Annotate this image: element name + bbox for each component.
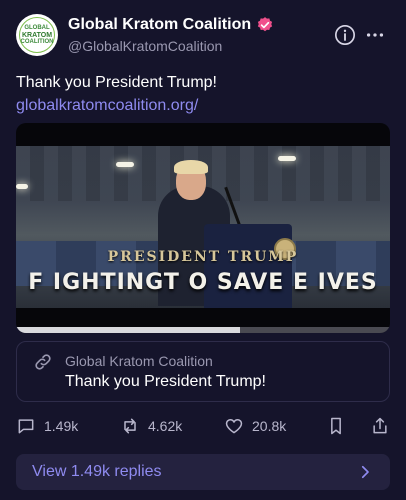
heart-icon (225, 418, 243, 434)
avatar-text-bottom: COALITION (20, 38, 54, 45)
display-name[interactable]: Global Kratom Coalition (68, 16, 251, 34)
link-preview-card[interactable]: Global Kratom Coalition Thank you Presid… (16, 341, 390, 402)
repost-icon (124, 418, 136, 434)
post-header: GLOBAL KRATOM COALITION Global Kratom Co… (16, 14, 390, 58)
view-replies-label: View 1.49k replies (32, 463, 162, 480)
video-player[interactable]: PRESIDENT TRUMP F IGHTINGT O SAVE E IVES (16, 123, 390, 333)
link-preview-text: Thank you President Trump! (65, 373, 266, 390)
post-link[interactable]: globalkratomcoalition.org/ (16, 95, 198, 117)
video-scene-lamp (116, 162, 134, 167)
link-icon (35, 354, 51, 370)
reply-button[interactable]: 1.49k (16, 416, 78, 436)
video-scene-speaker-hair (174, 160, 208, 174)
view-replies-button[interactable]: View 1.49k replies (16, 454, 390, 490)
like-button[interactable]: 20.8k (224, 416, 286, 436)
repost-count: 4.62k (148, 418, 183, 434)
info-icon[interactable] (334, 24, 356, 46)
more-options-icon[interactable] (364, 24, 386, 46)
video-frame[interactable]: PRESIDENT TRUMP F IGHTINGT O SAVE E IVES (16, 146, 390, 308)
video-scene-podium (204, 224, 292, 308)
like-count: 20.8k (252, 418, 287, 434)
post-text: Thank you President Trump! (16, 74, 217, 91)
share-button[interactable] (370, 416, 390, 436)
bookmark-button[interactable] (326, 416, 346, 436)
reply-icon (18, 419, 34, 434)
video-caption-top: PRESIDENT TRUMP (107, 249, 299, 265)
repost-button[interactable]: 4.62k (120, 416, 182, 436)
post-actions: 1.49k 4.62k 20.8k (16, 416, 390, 440)
share-icon (373, 417, 387, 434)
chevron-right-icon (361, 465, 369, 479)
avatar-logo: GLOBAL KRATOM COALITION (19, 17, 55, 53)
bookmark-icon (331, 417, 341, 435)
verified-badge-icon (258, 17, 273, 32)
account-handle[interactable]: @GlobalKratomCoalition (68, 38, 222, 54)
video-caption-bottom: F IGHTINGT O SAVE E IVES (28, 270, 378, 295)
video-progress-bar[interactable] (16, 327, 390, 333)
video-scene-lamp (16, 184, 28, 189)
avatar-text-mid: KRATOM (21, 31, 53, 39)
avatar[interactable]: GLOBAL KRATOM COALITION (16, 14, 58, 56)
avatar-text-top: GLOBAL (24, 24, 50, 31)
reply-count: 1.49k (44, 418, 79, 434)
video-progress-fill (16, 327, 241, 333)
video-scene-lamp (278, 156, 296, 161)
link-preview-title: Global Kratom Coalition (65, 353, 213, 369)
